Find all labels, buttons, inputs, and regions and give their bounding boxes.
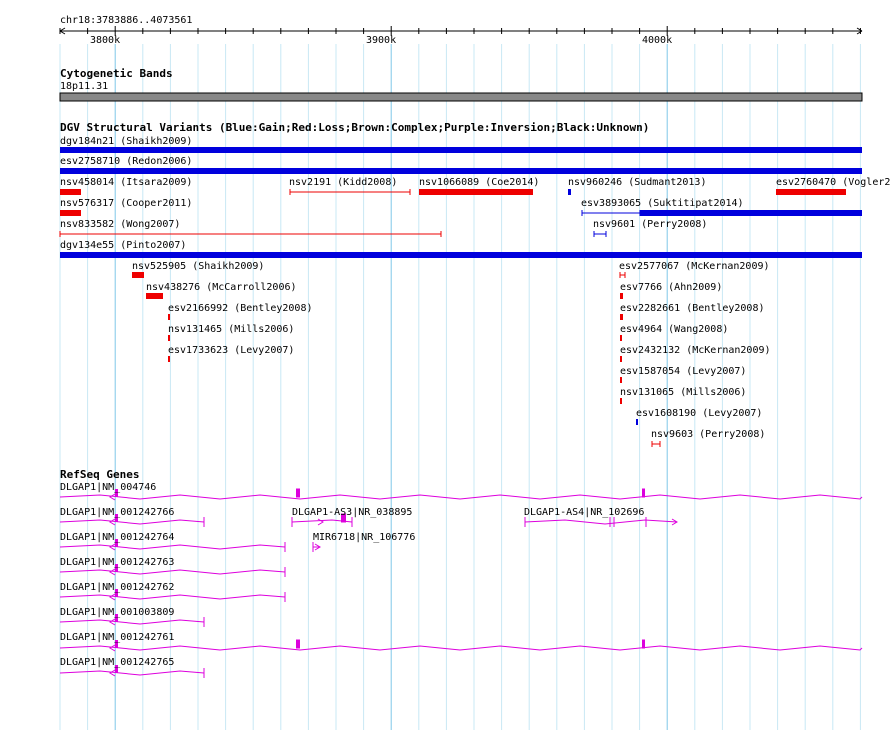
variant-label[interactable]: nsv2191 (Kidd2008) — [289, 177, 397, 188]
variant-bar[interactable] — [60, 189, 81, 195]
gene-intron-line[interactable] — [59, 645, 863, 651]
variant-bar[interactable] — [568, 189, 571, 195]
variant-bar[interactable] — [60, 147, 862, 153]
cytoband-bar[interactable] — [59, 92, 863, 102]
variant-label[interactable]: esv1587054 (Levy2007) — [620, 366, 746, 377]
variant-label[interactable]: dgv184n21 (Shaikh2009) — [60, 136, 192, 147]
variant-label[interactable]: nsv438276 (McCarroll2006) — [146, 282, 297, 293]
strand-arrow-left — [109, 518, 116, 526]
variant-label[interactable]: nsv131065 (Mills2006) — [620, 387, 746, 398]
strand-arrow-left — [109, 669, 116, 677]
variant-bar[interactable] — [168, 335, 170, 341]
variant-label[interactable]: dgv134e55 (Pinto2007) — [60, 240, 186, 251]
gene-exon[interactable] — [296, 488, 300, 498]
strand-arrow-left — [109, 493, 116, 501]
cytoband-label: 18p11.31 — [60, 81, 109, 92]
gene-label[interactable]: DLGAP1|NM_001242765 — [60, 657, 174, 668]
strand-arrow-right — [317, 518, 324, 526]
refseq-track-title: RefSeq Genes — [60, 468, 140, 481]
variant-bar[interactable] — [640, 210, 862, 216]
variant-bar[interactable] — [132, 272, 144, 278]
gene-label[interactable]: DLGAP1|NM_004746 — [60, 482, 156, 493]
variant-bar[interactable] — [620, 335, 622, 341]
gene-intron-line[interactable] — [59, 569, 286, 575]
genome-browser-canvas — [59, 26, 863, 730]
gene-intron-line[interactable] — [59, 670, 205, 676]
variant-bar[interactable] — [620, 398, 622, 404]
variant-label[interactable]: nsv9603 (Perry2008) — [651, 429, 765, 440]
variant-label[interactable]: esv2166992 (Bentley2008) — [168, 303, 313, 314]
variant-label[interactable]: nsv525905 (Shaikh2009) — [132, 261, 264, 272]
gene-label[interactable]: DLGAP1-AS4|NR_102696 — [524, 507, 644, 518]
variant-label[interactable]: nsv576317 (Cooper2011) — [60, 198, 192, 209]
variant-label[interactable]: esv3893065 (Suktitipat2014) — [581, 198, 744, 209]
gene-intron-line[interactable] — [59, 619, 205, 625]
variant-bar[interactable] — [168, 314, 170, 320]
ruler-tick-label: 3900k — [366, 35, 397, 46]
gene-label[interactable]: DLGAP1|NM_001242764 — [60, 532, 174, 543]
strand-arrow-left — [109, 618, 116, 626]
strand-arrow-left — [109, 644, 116, 652]
variant-label[interactable]: nsv458014 (Itsara2009) — [60, 177, 192, 188]
variant-bar[interactable] — [776, 189, 846, 195]
variant-label[interactable]: esv4964 (Wang2008) — [620, 324, 728, 335]
variant-label[interactable]: esv2432132 (McKernan2009) — [620, 345, 771, 356]
ruler-tick-label: 3800k — [90, 35, 121, 46]
variant-label[interactable]: esv1733623 (Levy2007) — [168, 345, 294, 356]
gene-intron-line[interactable] — [59, 519, 205, 525]
variant-label[interactable]: nsv833582 (Wong2007) — [60, 219, 180, 230]
ruler — [59, 26, 863, 36]
variant-label[interactable]: esv1608190 (Levy2007) — [636, 408, 762, 419]
gene-label[interactable]: DLGAP1-AS3|NR_038895 — [292, 507, 412, 518]
variant-bar[interactable] — [620, 293, 623, 299]
variant-label[interactable]: esv2760470 (Vogler2010) — [776, 177, 890, 188]
gene-exon[interactable] — [642, 639, 645, 649]
ruler-coordinates: chr18:3783886..4073561 — [60, 15, 193, 26]
cytoband-track-title: Cytogenetic Bands — [60, 67, 173, 80]
gene-label[interactable]: MIR6718|NR_106776 — [313, 532, 415, 543]
gene-exon[interactable] — [296, 639, 300, 649]
gene-intron-line[interactable] — [59, 594, 286, 600]
gene-intron-line[interactable] — [59, 544, 286, 550]
variant-bar[interactable] — [60, 210, 81, 216]
gene-label[interactable]: DLGAP1|NM_001003809 — [60, 607, 174, 618]
variant-glyphs — [59, 147, 862, 447]
variant-bar[interactable] — [636, 419, 638, 425]
gene-label[interactable]: DLGAP1|NM_001242762 — [60, 582, 174, 593]
variant-label[interactable]: esv2577067 (McKernan2009) — [619, 261, 770, 272]
variant-label[interactable]: nsv1066089 (Coe2014) — [419, 177, 539, 188]
variant-bar[interactable] — [620, 377, 622, 383]
variant-bar[interactable] — [419, 189, 533, 195]
variant-label[interactable]: esv7766 (Ahn2009) — [620, 282, 722, 293]
variant-label[interactable]: esv2758710 (Redon2006) — [60, 156, 192, 167]
variant-label[interactable]: nsv9601 (Perry2008) — [593, 219, 707, 230]
ruler-tick-label: 4000k — [642, 35, 673, 46]
variant-label[interactable]: esv2282661 (Bentley2008) — [620, 303, 765, 314]
variant-bar[interactable] — [60, 168, 862, 174]
gene-exon[interactable] — [642, 488, 645, 498]
gene-intron-line[interactable] — [524, 519, 678, 525]
strand-arrow-left — [109, 568, 116, 576]
variant-bar[interactable] — [146, 293, 163, 299]
strand-arrow-left — [109, 543, 116, 551]
gene-label[interactable]: DLGAP1|NM_001242766 — [60, 507, 174, 518]
variant-bar[interactable] — [620, 314, 623, 320]
gene-intron-line[interactable] — [59, 494, 863, 500]
variant-bar[interactable] — [620, 356, 622, 362]
variant-bar[interactable] — [60, 252, 862, 258]
variant-bar[interactable] — [168, 356, 170, 362]
gene-glyphs — [59, 488, 863, 678]
dgv-track-title: DGV Structural Variants (Blue:Gain;Red:L… — [60, 121, 650, 134]
gene-label[interactable]: DLGAP1|NM_001242763 — [60, 557, 174, 568]
gene-label[interactable]: DLGAP1|NM_001242761 — [60, 632, 174, 643]
variant-label[interactable]: nsv131465 (Mills2006) — [168, 324, 294, 335]
strand-arrow-left — [109, 593, 116, 601]
variant-label[interactable]: nsv960246 (Sudmant2013) — [568, 177, 706, 188]
